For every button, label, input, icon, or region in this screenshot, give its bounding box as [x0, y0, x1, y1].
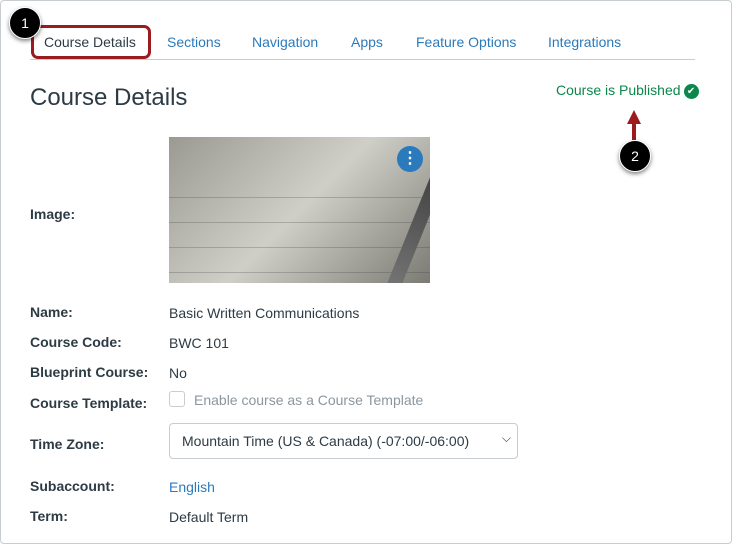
- template-checkbox-label: Enable course as a Course Template: [194, 392, 424, 408]
- subaccount-link[interactable]: English: [169, 479, 215, 495]
- more-options-icon[interactable]: ⋮: [397, 146, 423, 172]
- code-value: BWC 101: [169, 335, 229, 351]
- blueprint-value: No: [169, 365, 187, 381]
- template-option[interactable]: Enable course as a Course Template: [169, 391, 423, 408]
- timezone-label: Time Zone:: [30, 436, 105, 452]
- arrow-stem: [632, 122, 636, 140]
- timezone-value: Mountain Time (US & Canada) (-07:00/-06:…: [182, 433, 470, 449]
- template-checkbox[interactable]: [169, 391, 185, 407]
- tab-feature-options[interactable]: Feature Options: [416, 34, 516, 50]
- course-image: [169, 137, 430, 283]
- blueprint-label: Blueprint Course:: [30, 364, 149, 380]
- term-label: Term:: [30, 508, 68, 524]
- callout-2: 2: [619, 140, 651, 172]
- check-circle-icon: ✔: [683, 84, 699, 99]
- tab-sections[interactable]: Sections: [167, 34, 221, 50]
- template-label: Course Template:: [30, 395, 148, 411]
- tab-navigation[interactable]: Navigation: [252, 34, 318, 50]
- term-value: Default Term: [169, 509, 249, 525]
- image-label: Image:: [30, 206, 76, 222]
- code-label: Course Code:: [30, 334, 122, 350]
- published-text: Course is Published: [556, 82, 681, 98]
- subaccount-label: Subaccount:: [30, 478, 115, 494]
- page-title: Course Details: [30, 84, 188, 111]
- timezone-select[interactable]: Mountain Time (US & Canada) (-07:00/-06:…: [169, 423, 518, 459]
- highlight-box: [31, 25, 151, 59]
- name-value: Basic Written Communications: [169, 305, 360, 321]
- tab-integrations[interactable]: Integrations: [548, 34, 621, 50]
- chevron-down-icon: ⌵: [501, 431, 511, 445]
- callout-1: 1: [9, 7, 41, 39]
- published-status: Course is Published ✔: [556, 82, 699, 99]
- tab-apps[interactable]: Apps: [351, 34, 383, 50]
- name-label: Name:: [30, 304, 73, 320]
